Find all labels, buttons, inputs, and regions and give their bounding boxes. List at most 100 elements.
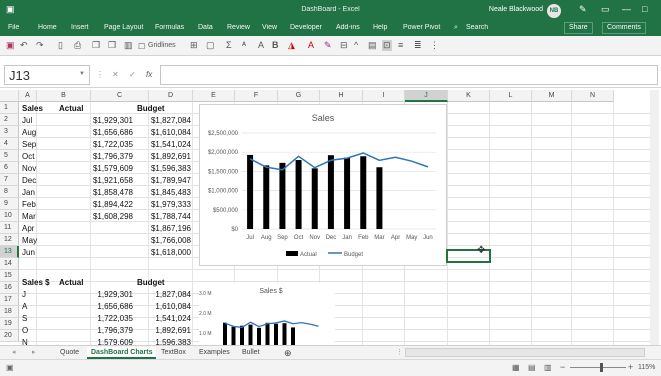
row-header-7[interactable]: 7 <box>0 174 19 186</box>
table1-cell-a[interactable]: $1,579,609 <box>93 163 133 175</box>
column-header-j[interactable]: J <box>405 90 448 102</box>
tab-home[interactable]: Home <box>38 24 57 31</box>
sum-icon[interactable]: Σ <box>226 40 232 50</box>
decrease-font-icon[interactable]: ᴬ <box>242 40 246 50</box>
table1-cell-b[interactable]: $1,845,483 <box>151 187 191 199</box>
sheet-tab-bullet[interactable]: Bullet <box>238 347 264 359</box>
fill-color-icon[interactable]: ◮ <box>288 40 295 51</box>
table-icon[interactable]: ▤ <box>368 40 377 51</box>
search-icon[interactable]: ⌕ <box>454 24 458 32</box>
sheet-tab-textbox[interactable]: TextBox <box>157 347 190 359</box>
table2-cell-b[interactable]: 1,610,084 <box>155 301 191 313</box>
column-header-f[interactable]: F <box>235 90 278 102</box>
table1-cell-b[interactable]: $1,867,196 <box>151 223 191 235</box>
tab-data[interactable]: Data <box>198 24 213 31</box>
new-file-icon[interactable]: ▯ <box>58 40 63 51</box>
column-header-i[interactable]: I <box>363 90 405 102</box>
normal-view-icon[interactable]: ▦ <box>512 363 520 372</box>
column-header-b[interactable]: B <box>37 90 91 102</box>
table1-cell-b[interactable]: $1,541,024 <box>151 139 191 151</box>
table1-cell-m[interactable]: Nov <box>22 163 36 175</box>
search-label[interactable]: Search <box>466 24 488 31</box>
copy-icon[interactable]: ❐ <box>92 40 100 51</box>
horizontal-scrollbar[interactable] <box>405 348 645 357</box>
fx-icon[interactable]: fx <box>146 70 152 79</box>
table1-cell-b[interactable]: $1,618,000 <box>151 247 191 259</box>
avatar[interactable]: NB <box>547 4 561 18</box>
customize-qat-icon[interactable]: ⋮ <box>430 40 439 51</box>
column-header-g[interactable]: G <box>278 90 320 102</box>
table1-cell-b[interactable]: $1,596,383 <box>151 163 191 175</box>
sheet-tab-dashboard-charts[interactable]: DashBoard Charts <box>87 347 157 359</box>
chart-icon[interactable]: ▥ <box>124 40 133 51</box>
border-icon[interactable]: ⊞ <box>190 40 198 51</box>
page-break-view-icon[interactable]: ▥ <box>544 363 552 372</box>
column-header-l[interactable]: L <box>490 90 532 102</box>
table2-cell-m[interactable]: J <box>22 289 26 301</box>
scroll-tabs-right-icon[interactable]: ▸ <box>28 347 40 359</box>
table2-cell-a[interactable]: 1,929,301 <box>97 289 133 301</box>
sheet-tab-examples[interactable]: Examples <box>195 347 234 359</box>
macro-record-icon[interactable]: ▣ <box>6 363 14 372</box>
tab-file[interactable]: File <box>8 24 19 31</box>
column-header-n[interactable]: N <box>572 90 614 102</box>
table1-cell-m[interactable]: Mar <box>22 211 36 223</box>
row-header-10[interactable]: 10 <box>0 210 19 222</box>
table1-cell-a[interactable]: $1,921,658 <box>93 175 133 187</box>
table2-header-budget[interactable]: Budget <box>137 277 165 289</box>
chevron-down-icon[interactable]: ▼ <box>79 71 85 77</box>
formula-input[interactable] <box>160 65 658 85</box>
table2-cell-m[interactable]: S <box>22 313 27 325</box>
zoom-in-icon[interactable]: + <box>628 362 633 372</box>
paste-icon[interactable]: ❒ <box>108 40 116 51</box>
row-header-14[interactable]: 14 <box>0 258 19 270</box>
table1-cell-b[interactable]: $1,766,008 <box>151 235 191 247</box>
box-icon[interactable]: ▢ <box>206 40 215 51</box>
row-header-11[interactable]: 11 <box>0 222 19 234</box>
table1-cell-m[interactable]: Jun <box>22 247 35 259</box>
select-all-corner[interactable] <box>0 90 19 102</box>
zoom-out-icon[interactable]: − <box>560 362 565 372</box>
ribbon-display-icon[interactable]: ▭ <box>601 4 610 15</box>
table1-cell-a[interactable]: $1,894,422 <box>93 199 133 211</box>
table2-cell-a[interactable]: 1,722,035 <box>97 313 133 325</box>
row-header-5[interactable]: 5 <box>0 150 19 162</box>
row-header-18[interactable]: 18 <box>0 306 19 318</box>
table1-cell-b[interactable]: $1,788,744 <box>151 211 191 223</box>
column-header-k[interactable]: K <box>448 90 490 102</box>
table2-cell-m[interactable]: A <box>22 301 27 313</box>
table1-cell-m[interactable]: May <box>22 235 37 247</box>
pen-icon[interactable]: ✎ <box>579 4 587 15</box>
row-header-17[interactable]: 17 <box>0 294 19 306</box>
format-painter-icon[interactable]: ✎ <box>324 40 332 51</box>
zoom-slider[interactable] <box>570 367 626 368</box>
table1-cell-m[interactable]: Feb <box>22 199 36 211</box>
table1-cell-b[interactable]: $1,892,691 <box>151 151 191 163</box>
row-header-20[interactable]: 20 <box>0 330 19 342</box>
table2-cell-a[interactable]: 1,796,379 <box>97 325 133 337</box>
table2-header-sales[interactable]: Sales $ <box>22 277 50 289</box>
table1-header-actual[interactable]: Actual <box>59 103 83 115</box>
table1-cell-b[interactable]: $1,610,084 <box>151 127 191 139</box>
row-header-9[interactable]: 9 <box>0 198 19 210</box>
column-header-e[interactable]: E <box>193 90 235 102</box>
table1-cell-a[interactable]: $1,858,478 <box>93 187 133 199</box>
zoom-level[interactable]: 115% <box>638 364 655 371</box>
tab-help[interactable]: Help <box>373 24 387 31</box>
row-header-2[interactable]: 2 <box>0 114 19 126</box>
tab-view[interactable]: View <box>262 24 277 31</box>
tab-page-layout[interactable]: Page Layout <box>104 24 143 31</box>
tab-power-pivot[interactable]: Power Pivot <box>403 24 440 31</box>
vertical-scrollbar[interactable] <box>650 90 659 345</box>
row-header-12[interactable]: 12 <box>0 234 19 246</box>
align-left-icon[interactable]: ≡ <box>398 40 403 50</box>
user-name[interactable]: Neale Blackwood <box>489 6 543 13</box>
row-header-13[interactable]: 13 <box>0 246 19 258</box>
column-header-m[interactable]: M <box>532 90 572 102</box>
tab-review[interactable]: Review <box>227 24 250 31</box>
table1-cell-a[interactable]: $1,722,035 <box>93 139 133 151</box>
table2-cell-b[interactable]: 1,827,084 <box>155 289 191 301</box>
table1-cell-m[interactable]: Oct <box>22 151 34 163</box>
add-sheet-icon[interactable]: ⊕ <box>280 347 296 359</box>
table1-cell-b[interactable]: $1,789,947 <box>151 175 191 187</box>
